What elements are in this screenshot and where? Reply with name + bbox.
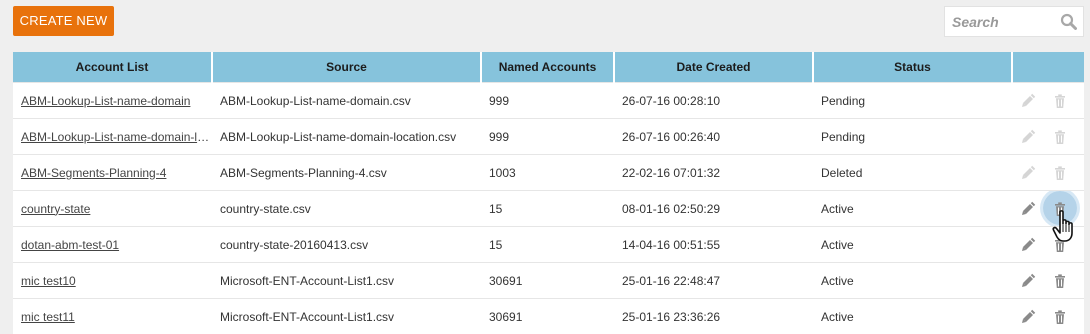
account-lists-table: Account List Source Named Accounts Date … [13, 52, 1084, 334]
table-header-row: Account List Source Named Accounts Date … [13, 52, 1084, 83]
table-row: mic test11 Microsoft-ENT-Account-List1.cs… [13, 298, 1084, 334]
source-cell: Microsoft-ENT-Account-List1.csv [212, 262, 481, 299]
account-list-link[interactable]: ABM-Lookup-List-name-domain [21, 94, 190, 108]
search-icon[interactable] [1060, 13, 1077, 30]
actions-cell [1012, 118, 1084, 155]
delete-trash-icon[interactable] [1052, 237, 1068, 253]
source-cell: country-state.csv [212, 190, 481, 227]
search-box[interactable] [944, 6, 1084, 37]
table-row: dotan-abm-test-01 country-state-20160413.… [13, 226, 1084, 263]
actions-cell [1012, 262, 1084, 299]
column-header-account-list[interactable]: Account List [13, 52, 212, 83]
account-list-link[interactable]: mic test10 [21, 274, 76, 288]
named-accounts-cell: 30691 [481, 298, 614, 334]
account-list-cell: ABM-Segments-Planning-4 [13, 154, 212, 191]
status-cell: Pending [813, 82, 1012, 119]
create-new-button[interactable]: CREATE NEW [13, 6, 114, 36]
column-header-named-accounts[interactable]: Named Accounts [480, 52, 614, 83]
delete-trash-icon[interactable] [1052, 129, 1068, 145]
account-list-link[interactable]: country-state [21, 202, 90, 216]
status-cell: Active [813, 262, 1012, 299]
account-list-link[interactable]: ABM-Lookup-List-name-domain-location [21, 130, 212, 144]
source-cell: ABM-Lookup-List-name-domain.csv [212, 82, 481, 119]
status-cell: Active [813, 190, 1012, 227]
actions-cell [1012, 82, 1084, 119]
delete-trash-icon[interactable] [1043, 191, 1077, 225]
table-row: ABM-Segments-Planning-4 ABM-Segments-Plan… [13, 154, 1084, 191]
named-accounts-cell: 999 [481, 118, 614, 155]
delete-trash-icon[interactable] [1052, 93, 1068, 109]
edit-pencil-icon[interactable] [1020, 237, 1036, 253]
edit-pencil-icon[interactable] [1020, 93, 1036, 109]
date-created-cell: 25-01-16 22:48:47 [614, 262, 813, 299]
table-row: country-state country-state.csv 15 08-01-16… [13, 190, 1084, 227]
edit-pencil-icon[interactable] [1020, 309, 1036, 325]
account-list-link[interactable]: dotan-abm-test-01 [21, 238, 119, 252]
status-cell: Active [813, 226, 1012, 263]
table-row: ABM-Lookup-List-name-domain-locationABM-… [13, 118, 1084, 155]
source-cell: ABM-Lookup-List-name-domain-location.csv [212, 118, 481, 155]
date-created-cell: 25-01-16 23:36:26 [614, 298, 813, 334]
account-list-cell: country-state [13, 190, 212, 227]
date-created-cell: 26-07-16 00:28:10 [614, 82, 813, 119]
actions-cell [1012, 226, 1084, 263]
edit-pencil-icon[interactable] [1020, 165, 1036, 181]
named-accounts-cell: 999 [481, 82, 614, 119]
date-created-cell: 22-02-16 07:01:32 [614, 154, 813, 191]
account-list-cell: mic test11 [13, 298, 212, 334]
named-accounts-cell: 30691 [481, 262, 614, 299]
account-list-link[interactable]: ABM-Segments-Planning-4 [21, 166, 166, 180]
status-cell: Active [813, 298, 1012, 334]
named-accounts-cell: 15 [481, 190, 614, 227]
actions-cell [1012, 190, 1084, 227]
delete-trash-icon[interactable] [1052, 309, 1068, 325]
named-accounts-cell: 1003 [481, 154, 614, 191]
source-cell: Microsoft-ENT-Account-List1.csv [212, 298, 481, 334]
edit-pencil-icon[interactable] [1020, 201, 1036, 217]
date-created-cell: 14-04-16 00:51:55 [614, 226, 813, 263]
table-row: mic test10 Microsoft-ENT-Account-List1.cs… [13, 262, 1084, 299]
column-header-actions [1011, 52, 1084, 83]
column-header-source[interactable]: Source [211, 52, 481, 83]
date-created-cell: 08-01-16 02:50:29 [614, 190, 813, 227]
table-body: ABM-Lookup-List-name-domain ABM-Lookup-Li… [13, 82, 1084, 334]
account-list-link[interactable]: mic test11 [21, 310, 75, 324]
table-row: ABM-Lookup-List-name-domain ABM-Lookup-Li… [13, 82, 1084, 119]
source-cell: ABM-Segments-Planning-4.csv [212, 154, 481, 191]
actions-cell [1012, 298, 1084, 334]
account-list-cell: mic test10 [13, 262, 212, 299]
account-list-cell: ABM-Lookup-List-name-domain [13, 82, 212, 119]
toolbar: CREATE NEW [0, 0, 1090, 50]
column-header-status[interactable]: Status [812, 52, 1012, 83]
account-list-cell: ABM-Lookup-List-name-domain-location [13, 118, 212, 155]
edit-pencil-icon[interactable] [1020, 273, 1036, 289]
date-created-cell: 26-07-16 00:26:40 [614, 118, 813, 155]
edit-pencil-icon[interactable] [1020, 129, 1036, 145]
actions-cell [1012, 154, 1084, 191]
delete-trash-icon[interactable] [1052, 273, 1068, 289]
source-cell: country-state-20160413.csv [212, 226, 481, 263]
account-list-cell: dotan-abm-test-01 [13, 226, 212, 263]
status-cell: Deleted [813, 154, 1012, 191]
named-accounts-cell: 15 [481, 226, 614, 263]
status-cell: Pending [813, 118, 1012, 155]
search-input[interactable] [945, 7, 1055, 36]
column-header-date-created[interactable]: Date Created [613, 52, 813, 83]
delete-trash-icon[interactable] [1052, 165, 1068, 181]
